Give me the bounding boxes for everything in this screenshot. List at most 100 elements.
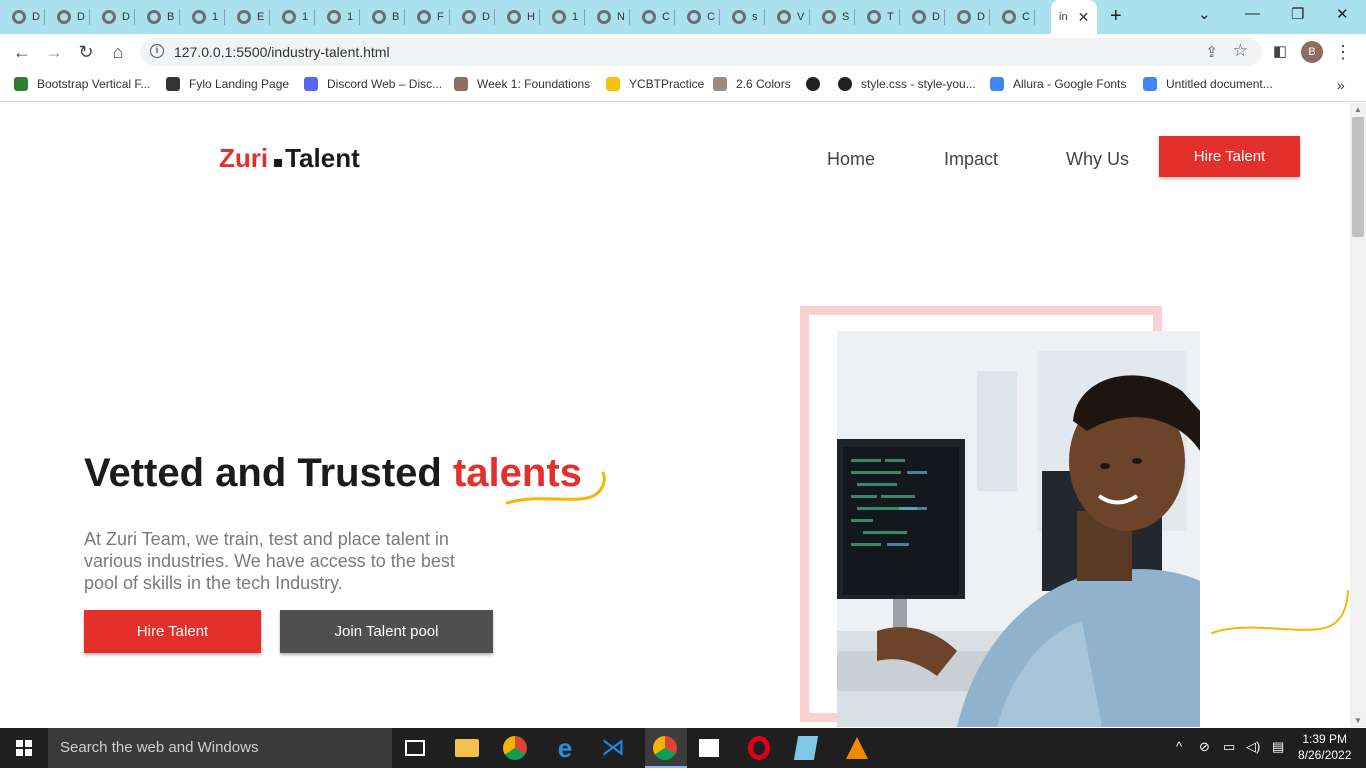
window-close-icon[interactable]: ✕ [1336, 5, 1349, 23]
bookmark-item[interactable] [806, 77, 829, 91]
battery-icon[interactable]: ▭ [1223, 739, 1235, 755]
globe-icon [912, 10, 926, 24]
bookmark-item[interactable]: YCBTPractice [606, 77, 704, 91]
tab-9[interactable]: F [405, 4, 450, 30]
bookmark-item[interactable]: Allura - Google Fonts [990, 77, 1126, 91]
start-button[interactable] [0, 728, 48, 768]
back-icon[interactable]: ← [10, 40, 34, 64]
globe-icon [822, 10, 836, 24]
vlc-icon[interactable] [846, 737, 868, 759]
bookmark-star-icon[interactable]: ☆ [1233, 41, 1248, 61]
tab-15[interactable]: C [675, 4, 720, 30]
notes-icon[interactable] [793, 736, 819, 760]
opera-icon[interactable] [748, 736, 770, 760]
clock-time: 1:39 PM [1302, 732, 1348, 746]
bookmark-item[interactable]: style.css - style-you... [838, 77, 976, 91]
tab-19[interactable]: T [855, 4, 900, 30]
bookmark-label: 2.6 Colors [736, 77, 791, 91]
tab-20[interactable]: D [900, 4, 945, 30]
tab-6[interactable]: 1 [270, 4, 315, 30]
tab-22[interactable]: C [990, 4, 1035, 30]
join-talent-pool-button[interactable]: Join Talent pool [280, 610, 493, 653]
restore-icon[interactable]: ❐ [1291, 5, 1304, 23]
browser-toolbar: ← → ↻ ⌂ i 127.0.0.1:5500/industry-talent… [0, 34, 1366, 70]
taskbar-search-input[interactable]: Search the web and Windows [48, 728, 392, 768]
tab-18[interactable]: S [810, 4, 855, 30]
nav-why-us[interactable]: Why Us [1066, 149, 1129, 170]
tab-5[interactable]: E [225, 4, 270, 30]
profile-avatar[interactable]: B [1301, 41, 1323, 63]
store-icon[interactable] [699, 739, 719, 757]
logo-talent: Talent [285, 143, 360, 173]
hire-talent-button[interactable]: Hire Talent [84, 610, 261, 653]
nav-hire-talent-button[interactable]: Hire Talent [1159, 136, 1300, 177]
tab-label: B [167, 11, 175, 23]
site-info-icon[interactable]: i [150, 44, 164, 58]
hero-paragraph: At Zuri Team, we train, test and place t… [84, 529, 455, 593]
bookmarks-overflow-icon[interactable]: » [1337, 77, 1345, 93]
tab-1[interactable]: D [45, 4, 90, 30]
side-panel-icon[interactable]: ◧ [1268, 40, 1292, 64]
tab-21[interactable]: D [945, 4, 990, 30]
forward-icon[interactable]: → [42, 40, 66, 64]
tab-4[interactable]: 1 [180, 4, 225, 30]
tray-chevron-icon[interactable]: ^ [1176, 739, 1182, 754]
bookmark-favicon-icon [166, 77, 180, 91]
volume-icon[interactable]: ◁) [1246, 739, 1260, 755]
nav-home[interactable]: Home [827, 149, 875, 170]
bookmark-favicon-icon [14, 77, 28, 91]
page-scrollbar[interactable]: ▲ ▼ [1350, 103, 1366, 727]
globe-icon [282, 10, 296, 24]
tab-10[interactable]: D [450, 4, 495, 30]
scroll-up-icon[interactable]: ▲ [1354, 105, 1362, 114]
scrollbar-thumb[interactable] [1352, 117, 1364, 237]
bookmark-label: Bootstrap Vertical F... [37, 77, 151, 91]
edge-icon[interactable]: e [553, 735, 577, 761]
nav-impact[interactable]: Impact [944, 149, 998, 170]
tab-3[interactable]: B [135, 4, 180, 30]
bookmark-item[interactable]: Bootstrap Vertical F... [14, 77, 150, 91]
share-icon[interactable]: ⇪ [1205, 43, 1218, 61]
chrome-icon[interactable] [503, 736, 527, 760]
task-view-icon[interactable] [405, 740, 425, 756]
tab-12[interactable]: 1 [540, 4, 585, 30]
globe-icon [327, 10, 341, 24]
bookmark-label: style.css - style-you... [861, 77, 976, 91]
vscode-icon[interactable]: ⋊ [601, 736, 625, 760]
globe-icon [12, 10, 26, 24]
minimize-icon[interactable]: — [1245, 5, 1260, 22]
taskbar-clock[interactable]: 1:39 PM 8/26/2022 [1298, 731, 1351, 763]
bookmark-item[interactable]: Untitled document... [1143, 77, 1273, 91]
address-bar[interactable]: i 127.0.0.1:5500/industry-talent.html ⇪ … [140, 38, 1262, 66]
tab-2[interactable]: D [90, 4, 135, 30]
file-explorer-icon[interactable] [455, 739, 479, 757]
reload-icon[interactable]: ↻ [74, 40, 98, 64]
tab-8[interactable]: B [360, 4, 405, 30]
tab-7[interactable]: 1 [315, 4, 360, 30]
tab-active[interactable]: in ✕ [1051, 0, 1097, 34]
tab-13[interactable]: N [585, 4, 630, 30]
menu-icon[interactable]: ⋮ [1331, 40, 1355, 64]
bookmark-item[interactable]: Fylo Landing Page [166, 77, 289, 91]
scroll-down-icon[interactable]: ▼ [1354, 716, 1362, 725]
notifications-icon[interactable]: ▤ [1272, 739, 1284, 755]
tab-11[interactable]: H [495, 4, 540, 30]
tab-17[interactable]: V [765, 4, 810, 30]
new-tab-icon[interactable]: + [1110, 5, 1122, 28]
close-icon[interactable]: ✕ [1078, 9, 1090, 26]
bookmark-item[interactable]: 2.6 Colors [713, 77, 791, 91]
bookmark-favicon-icon [713, 77, 727, 91]
bookmark-item[interactable]: Discord Web – Disc... [304, 77, 442, 91]
tab-label: D [482, 11, 490, 23]
network-icon[interactable]: ⊘ [1199, 739, 1210, 755]
bookmark-item[interactable]: Week 1: Foundations [454, 77, 590, 91]
globe-icon [867, 10, 881, 24]
tab-14[interactable]: C [630, 4, 675, 30]
bookmark-favicon-icon [304, 77, 318, 91]
home-icon[interactable]: ⌂ [106, 40, 130, 64]
tab-0[interactable]: D [0, 4, 45, 30]
url-text[interactable]: 127.0.0.1:5500/industry-talent.html [174, 44, 390, 60]
site-logo[interactable]: Zuri Talent [219, 143, 360, 174]
tab-search-icon[interactable]: ⌄ [1198, 5, 1211, 23]
tab-16[interactable]: s [720, 4, 765, 30]
